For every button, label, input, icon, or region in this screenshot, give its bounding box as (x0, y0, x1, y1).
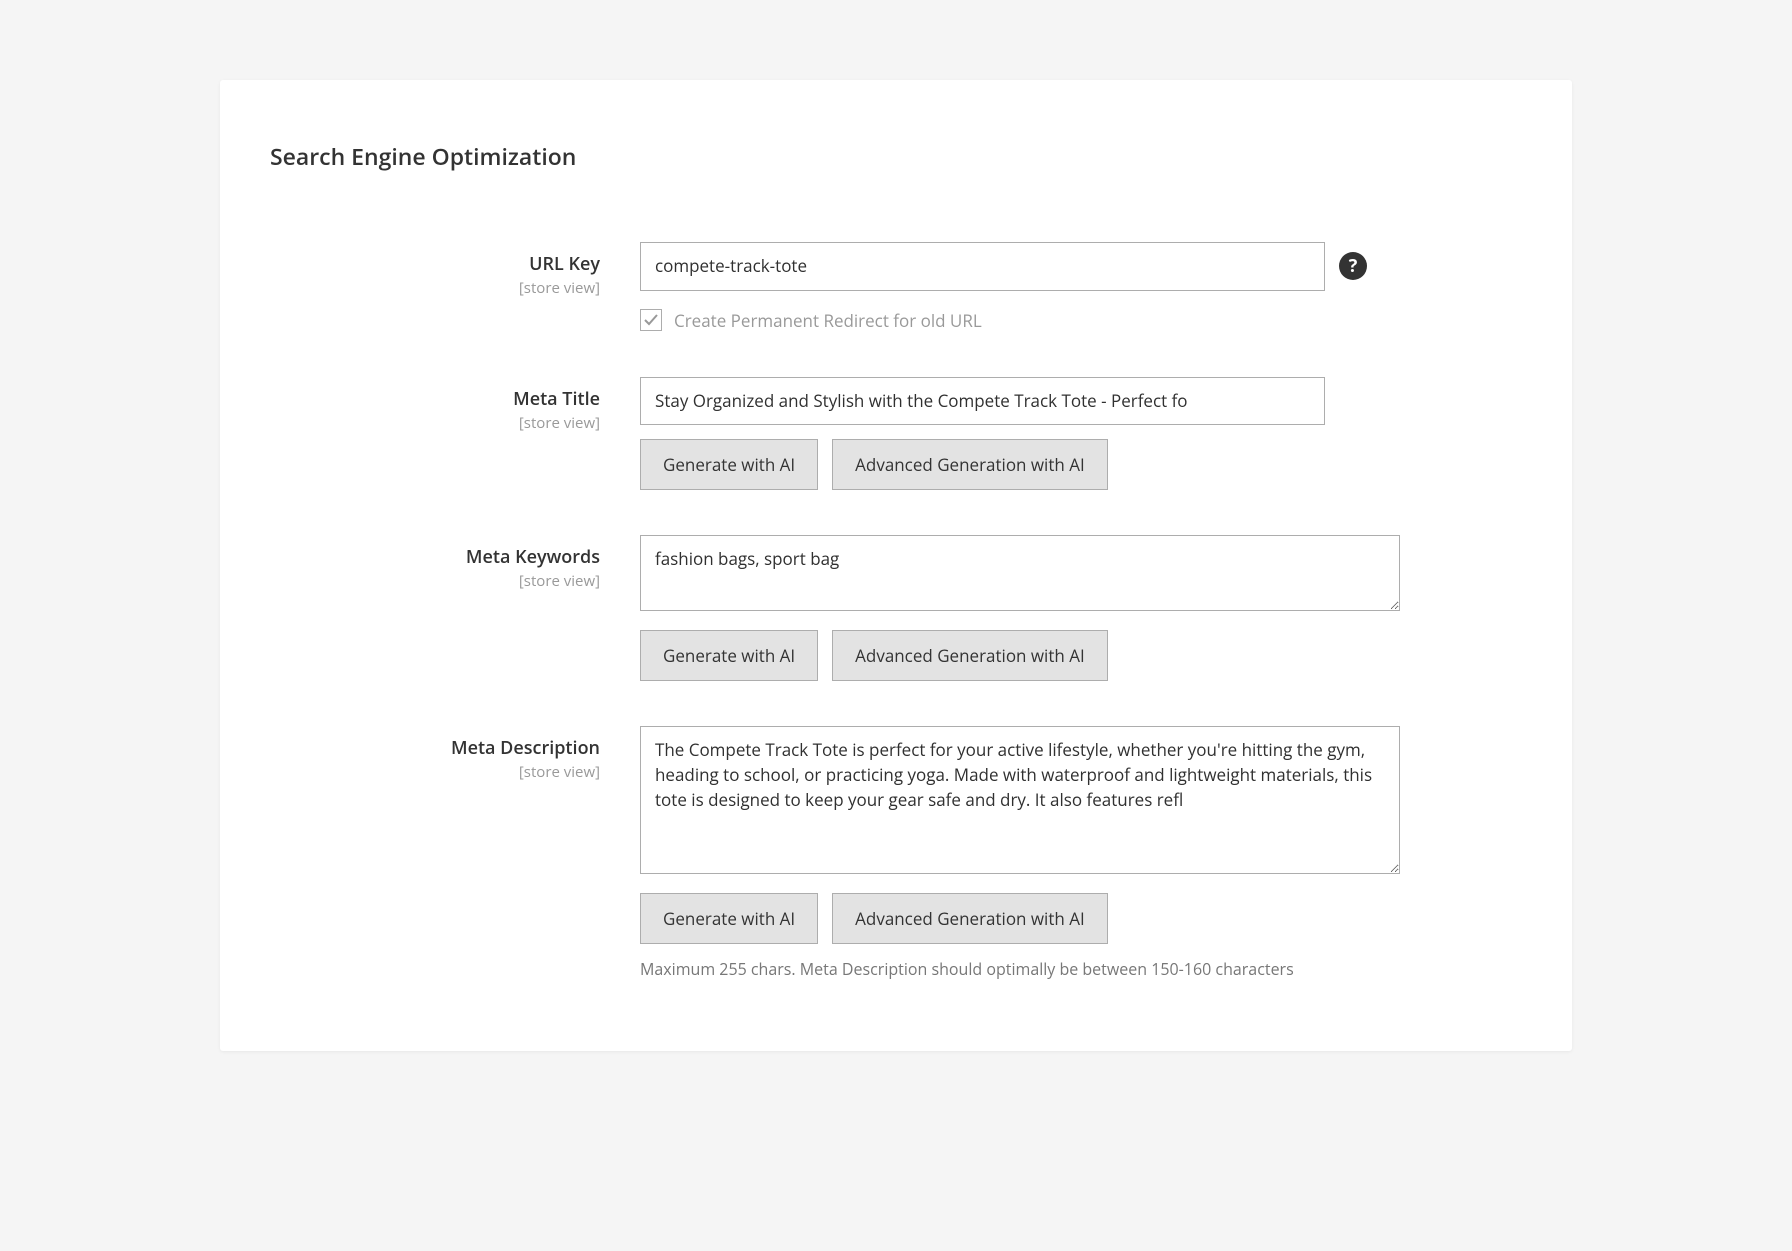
advanced-ai-button[interactable]: Advanced Generation with AI (832, 439, 1108, 490)
row-meta-description: Meta Description [store view] The Compet… (270, 726, 1522, 980)
redirect-checkbox-row: Create Permanent Redirect for old URL (640, 309, 1420, 332)
redirect-checkbox-label: Create Permanent Redirect for old URL (674, 309, 982, 332)
meta-description-note: Maximum 255 chars. Meta Description shou… (640, 958, 1370, 980)
redirect-checkbox[interactable] (640, 309, 662, 331)
label-url-key: URL Key [store view] (270, 242, 640, 298)
row-meta-title: Meta Title [store view] Generate with AI… (270, 377, 1522, 491)
seo-panel: Search Engine Optimization URL Key [stor… (220, 80, 1572, 1051)
label-meta-title-scope: [store view] (270, 413, 600, 433)
generate-ai-button[interactable]: Generate with AI (640, 439, 818, 490)
label-meta-title-text: Meta Title (513, 387, 600, 411)
field-meta-description: The Compete Track Tote is perfect for yo… (640, 726, 1420, 980)
generate-ai-button[interactable]: Generate with AI (640, 630, 818, 681)
url-key-input[interactable] (640, 242, 1325, 291)
advanced-ai-button[interactable]: Advanced Generation with AI (832, 893, 1108, 944)
help-icon[interactable]: ? (1339, 252, 1367, 280)
meta-title-input[interactable] (640, 377, 1325, 426)
label-meta-description-scope: [store view] (270, 762, 600, 782)
advanced-ai-button[interactable]: Advanced Generation with AI (832, 630, 1108, 681)
label-meta-keywords-scope: [store view] (270, 571, 600, 591)
meta-description-input[interactable]: The Compete Track Tote is perfect for yo… (640, 726, 1400, 874)
row-url-key: URL Key [store view] ? Create Permanent … (270, 242, 1522, 332)
generate-ai-button[interactable]: Generate with AI (640, 893, 818, 944)
label-meta-keywords: Meta Keywords [store view] (270, 535, 640, 591)
panel-title: Search Engine Optimization (270, 140, 1522, 172)
label-meta-description-text: Meta Description (451, 736, 600, 760)
field-url-key: ? Create Permanent Redirect for old URL (640, 242, 1420, 332)
label-meta-keywords-text: Meta Keywords (466, 545, 600, 569)
check-icon (644, 313, 658, 327)
row-meta-keywords: Meta Keywords [store view] fashion bags,… (270, 535, 1522, 681)
label-meta-title: Meta Title [store view] (270, 377, 640, 433)
label-meta-description: Meta Description [store view] (270, 726, 640, 782)
label-url-key-scope: [store view] (270, 278, 600, 298)
label-url-key-text: URL Key (529, 252, 600, 276)
meta-keywords-input[interactable]: fashion bags, sport bag (640, 535, 1400, 611)
field-meta-keywords: fashion bags, sport bag Generate with AI… (640, 535, 1420, 681)
field-meta-title: Generate with AI Advanced Generation wit… (640, 377, 1420, 491)
